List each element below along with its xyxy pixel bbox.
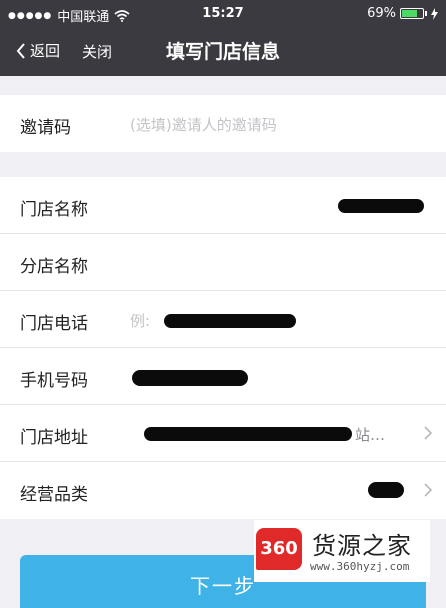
watermark-logo: 360 bbox=[256, 528, 302, 570]
mobile-number-label: 手机号码 bbox=[20, 371, 88, 391]
invite-code-row[interactable]: 邀请码 (选填)邀请人的邀请码 bbox=[0, 95, 446, 152]
watermark-url: www.360hyzj.com bbox=[310, 560, 410, 573]
battery-percent: 69% bbox=[367, 6, 396, 21]
nav-bar: 返回 关闭 填写门店信息 bbox=[0, 28, 446, 76]
invite-code-label: 邀请码 bbox=[20, 118, 71, 138]
chevron-right-icon bbox=[424, 483, 432, 497]
store-name-row[interactable]: 门店名称 bbox=[0, 177, 446, 234]
business-category-label: 经营品类 bbox=[20, 485, 88, 505]
store-address-input[interactable]: 站… bbox=[355, 424, 385, 445]
page-title: 填写门店信息 bbox=[165, 41, 280, 63]
store-address-label: 门店地址 bbox=[20, 428, 88, 448]
store-name-label: 门店名称 bbox=[20, 200, 88, 220]
redaction-mark bbox=[164, 314, 296, 328]
invite-code-input[interactable]: (选填)邀请人的邀请码 bbox=[130, 114, 277, 135]
watermark-name: 货源之家 bbox=[312, 532, 412, 560]
redaction-mark bbox=[368, 482, 404, 498]
invite-group: 邀请码 (选填)邀请人的邀请码 bbox=[0, 95, 446, 152]
store-phone-label: 门店电话 bbox=[20, 314, 88, 334]
chevron-right-icon bbox=[424, 426, 432, 440]
status-right: 69% bbox=[367, 6, 438, 21]
redaction-mark bbox=[144, 427, 352, 441]
store-phone-input[interactable]: 例: bbox=[130, 310, 150, 331]
charging-icon bbox=[431, 7, 438, 20]
mobile-number-row[interactable]: 手机号码 bbox=[0, 348, 446, 405]
store-address-row[interactable]: 门店地址 站… bbox=[0, 405, 446, 462]
store-phone-row[interactable]: 门店电话 例: bbox=[0, 291, 446, 348]
battery-cap bbox=[425, 11, 427, 16]
battery-icon bbox=[400, 8, 424, 19]
watermark: 360 货源之家 www.360hyzj.com bbox=[254, 520, 430, 582]
store-info-group: 门店名称 分店名称 门店电话 例: 手机号码 门店地址 站… 经营品类 bbox=[0, 177, 446, 519]
business-category-row[interactable]: 经营品类 bbox=[0, 462, 446, 519]
branch-name-label: 分店名称 bbox=[20, 257, 88, 277]
status-bar: ●●●●● 中国联通 15:27 69% bbox=[0, 0, 446, 28]
redaction-mark bbox=[132, 370, 248, 386]
branch-name-row[interactable]: 分店名称 bbox=[0, 234, 446, 291]
redaction-mark bbox=[338, 199, 424, 213]
